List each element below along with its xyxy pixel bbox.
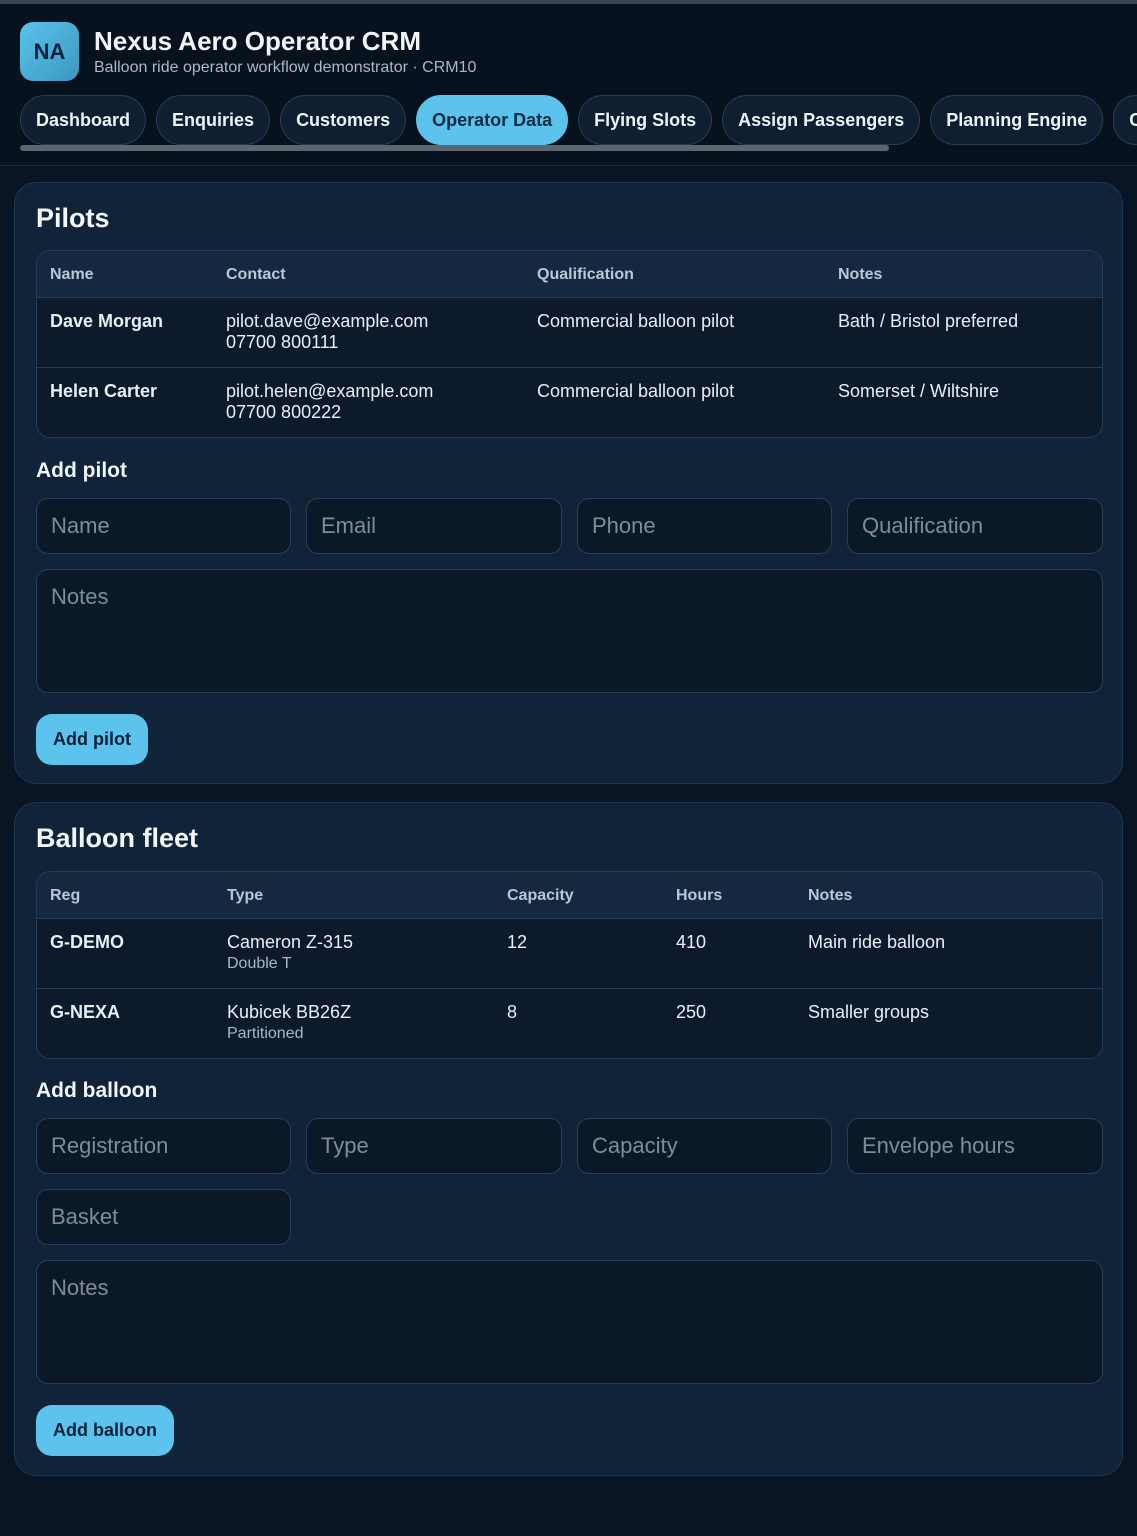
- column-header: Notes: [808, 887, 853, 904]
- app-title: Nexus Aero Operator CRM: [94, 26, 421, 56]
- balloon-notes-input[interactable]: [36, 1260, 1103, 1384]
- balloon-capacity: 8: [507, 1002, 518, 1022]
- column-header: Notes: [838, 266, 883, 283]
- pilot-phone-input[interactable]: [577, 498, 832, 554]
- balloon-basket: Partitioned: [227, 1025, 304, 1042]
- balloon-hours-input[interactable]: [847, 1118, 1103, 1174]
- tabs-scrollbar[interactable]: [20, 145, 889, 151]
- balloon-type: Cameron Z-315 Double T: [227, 932, 353, 974]
- pilot-contact: pilot.dave@example.com 07700 800111: [226, 311, 428, 353]
- table-row[interactable]: G-DEMO Cameron Z-315 Double T 12 410 Mai…: [37, 919, 1102, 989]
- column-header: Contact: [226, 266, 286, 283]
- pilot-qualification-input[interactable]: [847, 498, 1103, 554]
- pilot-name: Dave Morgan: [50, 311, 164, 331]
- app-subtitle: Balloon ride operator workflow demonstra…: [94, 59, 477, 76]
- balloon-basket-input[interactable]: [36, 1189, 291, 1245]
- pilots-title: Pilots: [36, 203, 110, 233]
- pilot-notes-input[interactable]: [36, 569, 1103, 693]
- balloon-capacity: 12: [507, 932, 528, 952]
- pilot-contact: pilot.helen@example.com 07700 800222: [226, 381, 433, 423]
- tab-more[interactable]: C: [1113, 95, 1137, 145]
- pilot-qualification: Commercial balloon pilot: [537, 311, 735, 331]
- table-header: Reg Type Capacity Hours Notes: [37, 872, 1102, 919]
- pilots-card: Pilots Name Contact Qualification Notes …: [14, 182, 1123, 784]
- pilot-notes: Somerset / Wiltshire: [838, 381, 1000, 401]
- balloon-model: Cameron Z-315: [227, 932, 354, 952]
- add-pilot-button[interactable]: Add pilot: [36, 714, 148, 765]
- pilots-table: Name Contact Qualification Notes Dave Mo…: [36, 250, 1103, 438]
- balloon-notes: Main ride balloon: [808, 932, 946, 952]
- pilot-phone: 07700 800222: [226, 402, 342, 422]
- tab-dashboard[interactable]: Dashboard: [20, 95, 147, 145]
- pilot-email-input[interactable]: [306, 498, 562, 554]
- app-logo: NA: [20, 22, 79, 81]
- balloon-reg: G-DEMO: [50, 932, 124, 952]
- add-pilot-title: Add pilot: [36, 459, 127, 482]
- column-header: Type: [227, 887, 264, 904]
- tab-planning-engine[interactable]: Planning Engine: [930, 95, 1104, 145]
- table-row[interactable]: Helen Carter pilot.helen@example.com 077…: [37, 368, 1102, 437]
- pilot-qualification: Commercial balloon pilot: [537, 381, 735, 401]
- balloon-model: Kubicek BB26Z: [227, 1002, 352, 1022]
- balloon-type-input[interactable]: [306, 1118, 562, 1174]
- pilot-email: pilot.dave@example.com: [226, 311, 429, 331]
- pilot-name: Helen Carter: [50, 381, 158, 401]
- app-header: NA Nexus Aero Operator CRM Balloon ride …: [0, 4, 1137, 166]
- fleet-table: Reg Type Capacity Hours Notes G-DEMO Cam…: [36, 871, 1103, 1059]
- table-row[interactable]: G-NEXA Kubicek BB26Z Partitioned 8 250 S…: [37, 989, 1102, 1058]
- tab-flying-slots[interactable]: Flying Slots: [578, 95, 713, 145]
- pilot-notes: Bath / Bristol preferred: [838, 311, 1019, 331]
- balloon-registration-input[interactable]: [36, 1118, 291, 1174]
- balloon-basket: Double T: [227, 955, 292, 972]
- pilot-email: pilot.helen@example.com: [226, 381, 434, 401]
- balloon-notes: Smaller groups: [808, 1002, 930, 1022]
- balloon-hours: 410: [676, 932, 707, 952]
- nav-tabs: Dashboard Enquiries Customers Operator D…: [20, 95, 1137, 147]
- fleet-card: Balloon fleet Reg Type Capacity Hours No…: [14, 802, 1123, 1476]
- column-header: Qualification: [537, 266, 634, 283]
- add-balloon-button[interactable]: Add balloon: [36, 1405, 174, 1456]
- add-balloon-title: Add balloon: [36, 1079, 158, 1102]
- pilot-name-input[interactable]: [36, 498, 291, 554]
- balloon-type: Kubicek BB26Z Partitioned: [227, 1002, 351, 1044]
- balloon-capacity-input[interactable]: [577, 1118, 832, 1174]
- column-header: Reg: [50, 887, 81, 904]
- tab-operator-data[interactable]: Operator Data: [416, 95, 569, 145]
- tab-enquiries[interactable]: Enquiries: [156, 95, 271, 145]
- pilot-phone: 07700 800111: [226, 332, 339, 352]
- tab-assign-passengers[interactable]: Assign Passengers: [722, 95, 921, 145]
- balloon-reg: G-NEXA: [50, 1002, 121, 1022]
- column-header: Capacity: [507, 887, 574, 904]
- tab-customers[interactable]: Customers: [280, 95, 407, 145]
- table-row[interactable]: Dave Morgan pilot.dave@example.com 07700…: [37, 298, 1102, 368]
- table-header: Name Contact Qualification Notes: [37, 251, 1102, 298]
- fleet-title: Balloon fleet: [36, 823, 199, 853]
- column-header: Hours: [676, 887, 723, 904]
- column-header: Name: [50, 266, 94, 283]
- balloon-hours: 250: [676, 1002, 707, 1022]
